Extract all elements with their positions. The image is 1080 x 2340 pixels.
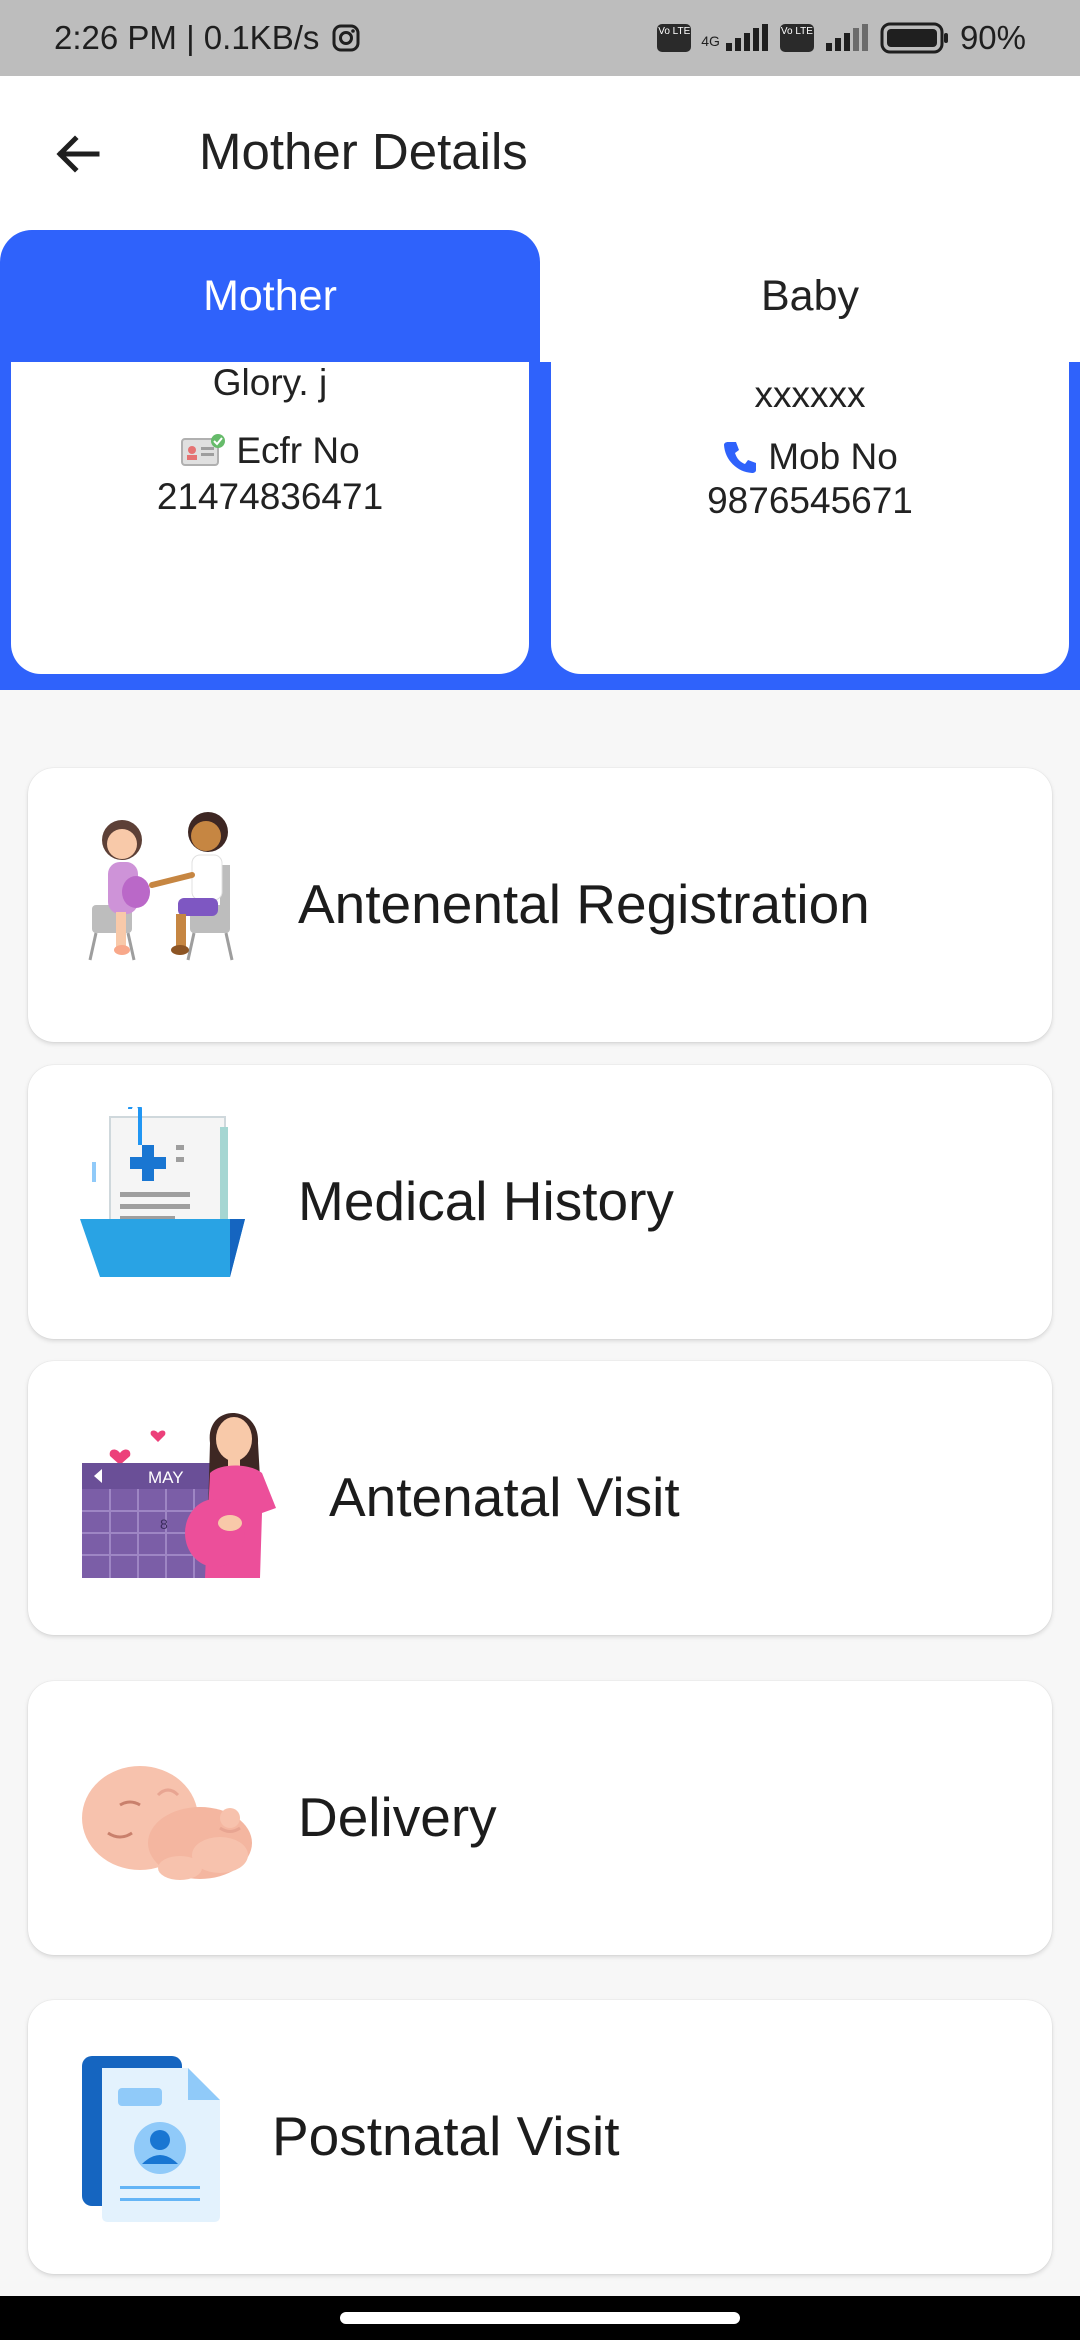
calendar-day: 8	[160, 1516, 168, 1532]
status-left: 2:26 PM | 0.1KB/s	[54, 19, 361, 57]
id-card-icon	[181, 434, 226, 466]
ecfr-label-row: Ecfr No	[11, 430, 529, 472]
status-right: Vo LTE 4G Vo LTE 90%	[657, 19, 1026, 57]
tab-baby[interactable]: Baby	[540, 230, 1080, 362]
menu-card-antenatal-visit[interactable]: MAY 8 Antenatal Visit	[28, 1361, 1052, 1635]
ecfr-label: Ecfr No	[236, 430, 360, 471]
mobile-number: 9876545671	[707, 480, 913, 521]
volte-badge: Vo LTE	[657, 24, 692, 52]
menu-card-medical-history[interactable]: Medical History	[28, 1065, 1052, 1339]
menu-label-postnatal-visit: Postnatal Visit	[272, 2105, 620, 2167]
menu-label-antenatal-visit: Antenatal Visit	[329, 1466, 680, 1528]
app-bar: Mother Details	[0, 76, 1080, 230]
baby-info-card: xxxxxx Mob No 9876545671	[551, 362, 1069, 674]
signal-icon	[825, 24, 868, 51]
menu-card-postnatal-visit[interactable]: Postnatal Visit	[28, 2000, 1052, 2274]
baby-name: xxxxxx	[754, 374, 866, 415]
status-bar: 2:26 PM | 0.1KB/s Vo LTE 4G Vo LTE 90%	[0, 0, 1080, 76]
mobile-label: Mob No	[768, 436, 898, 477]
menu-label-antenental-registration: Antenental Registration	[298, 873, 870, 935]
patient-record-icon	[82, 2056, 220, 2222]
instagram-icon	[332, 24, 360, 52]
arrow-left-icon	[56, 135, 100, 173]
menu-card-antenental-registration[interactable]: Antenental Registration	[28, 768, 1052, 1042]
menu-label-delivery: Delivery	[298, 1786, 497, 1848]
mobile-label-row: Mob No	[551, 436, 1069, 478]
calendar-month: MAY	[148, 1468, 184, 1487]
time-and-speed: 2:26 PM | 0.1KB/s	[54, 19, 320, 56]
battery-icon	[880, 22, 948, 54]
volte-badge-2: Vo LTE	[779, 24, 814, 52]
tab-mother[interactable]: Mother	[0, 230, 540, 362]
menu-card-delivery[interactable]: Delivery	[28, 1681, 1052, 1955]
tab-bar: Mother Baby	[0, 230, 1080, 362]
mother-name: Glory. j	[212, 362, 328, 403]
back-button[interactable]	[50, 126, 106, 182]
newborn-baby-icon	[82, 1766, 252, 1880]
battery-level: 90%	[959, 19, 1026, 56]
pregnancy-calendar-icon: MAY 8	[82, 1413, 276, 1578]
medical-folder-icon	[80, 1107, 245, 1277]
system-nav-bar	[0, 2296, 1080, 2340]
page-title: Mother Details	[199, 123, 528, 180]
signal-icon	[725, 24, 768, 51]
menu-label-medical-history: Medical History	[298, 1170, 674, 1232]
network-type: 4G	[701, 33, 720, 49]
consultation-icon	[88, 812, 234, 961]
mother-info-card: Glory. j Ecfr No 21474836471	[11, 362, 529, 674]
details-panel: Glory. j Ecfr No 21474836471 xxxxxx Mob …	[0, 362, 1080, 690]
phone-icon	[724, 442, 757, 473]
ecfr-number: 21474836471	[156, 476, 384, 517]
home-gesture-handle[interactable]	[340, 2312, 740, 2324]
